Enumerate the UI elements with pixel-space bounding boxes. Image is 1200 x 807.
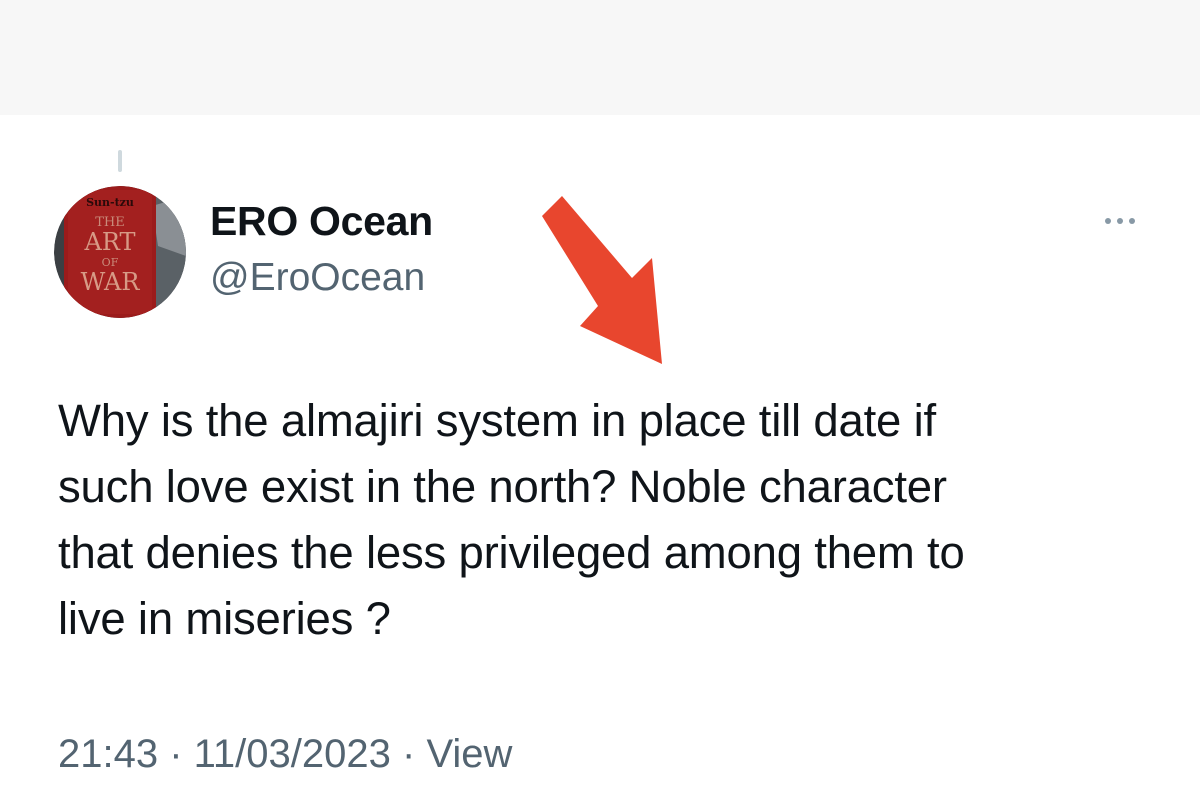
more-horizontal-icon-dot xyxy=(1117,218,1123,224)
tweet-time[interactable]: 21:43 xyxy=(58,732,158,776)
tweet-date[interactable]: 11/03/2023 xyxy=(194,732,391,776)
meta-separator: · xyxy=(158,732,194,776)
tweet-text-line: that denies the less privileged among th… xyxy=(58,527,965,578)
author-display-name[interactable]: ERO Ocean xyxy=(210,198,433,245)
author-handle[interactable]: @EroOcean xyxy=(210,256,425,300)
tweet-text-line: Why is the almajiri system in place till… xyxy=(58,395,936,446)
more-horizontal-icon-dot xyxy=(1129,218,1135,224)
more-horizontal-icon xyxy=(1105,218,1111,224)
tweet-text: Why is the almajiri system in place till… xyxy=(58,388,1158,652)
avatar-book-author: Sun-tzu xyxy=(86,196,134,209)
meta-separator: · xyxy=(390,732,427,776)
red-arrow-annotation xyxy=(542,196,662,364)
thread-connector-line xyxy=(118,150,122,172)
tweet-text-line: live in miseries ? xyxy=(58,593,391,644)
avatar-book-title-2: ART xyxy=(84,228,136,256)
avatar-book-title-4: WAR xyxy=(81,268,141,296)
top-bar xyxy=(0,0,1200,115)
tweet-text-line: such love exist in the north? Noble char… xyxy=(58,461,947,512)
tweet-views-link[interactable]: View xyxy=(426,732,512,776)
avatar[interactable]: Sun-tzu THE ART OF WAR xyxy=(54,186,186,318)
tweet-meta: 21:43 · 11/03/2023 · View xyxy=(58,732,512,777)
more-options-button[interactable] xyxy=(1092,206,1148,236)
